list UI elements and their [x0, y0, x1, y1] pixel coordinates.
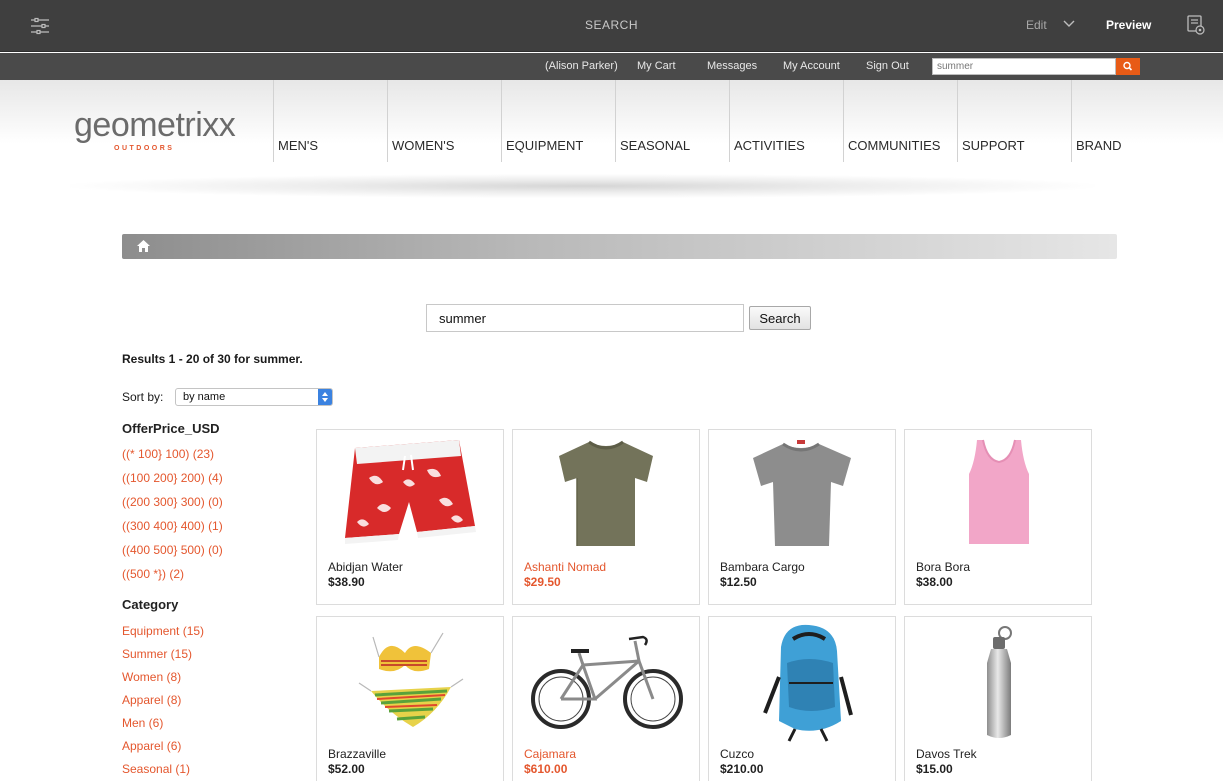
product-card-bora-bora[interactable]: Bora Bora $38.00	[904, 429, 1092, 605]
product-price: $12.50	[720, 575, 757, 589]
preview-button[interactable]: Preview	[1106, 18, 1151, 32]
product-name: Cuzco	[720, 747, 755, 761]
product-price: $15.00	[916, 762, 953, 776]
search-button[interactable]: Search	[749, 306, 811, 330]
nav-label: MEN'S	[278, 138, 319, 153]
product-card-cajamara[interactable]: Cajamara $610.00	[512, 616, 700, 781]
product-price: $38.00	[916, 575, 953, 589]
messages-link[interactable]: Messages	[707, 60, 757, 72]
product-name: Cajamara	[524, 747, 577, 761]
product-name: Davos Trek	[916, 747, 977, 761]
nav-label: ACTIVITIES	[734, 138, 805, 153]
olive-tshirt-image	[559, 440, 653, 546]
nav-seasonal[interactable]: SEASONAL	[615, 80, 729, 162]
facet-category-seasonal[interactable]: Seasonal (1)	[122, 762, 190, 776]
facet-price-500-plus[interactable]: ((500 *}) (2)	[122, 567, 184, 581]
nav-activities[interactable]: ACTIVITIES	[729, 80, 843, 162]
product-name: Ashanti Nomad	[524, 560, 607, 574]
facet-title-price: OfferPrice_USD	[122, 421, 220, 436]
product-card-brazzaville[interactable]: Brazzaville $52.00	[316, 616, 504, 781]
header-search-input[interactable]	[932, 58, 1116, 75]
product-price: $52.00	[328, 762, 365, 776]
product-name: Bambara Cargo	[720, 560, 805, 574]
nav-brand[interactable]: BRAND	[1071, 80, 1185, 162]
facet-price-100-200[interactable]: ((100 200} 200) (4)	[122, 471, 223, 485]
product-name: Brazzaville	[328, 747, 387, 761]
mode-selector[interactable]: Edit	[1026, 18, 1047, 32]
search-input[interactable]	[426, 304, 744, 332]
nav-womens[interactable]: WOMEN'S	[387, 80, 501, 162]
product-name: Bora Bora	[916, 560, 971, 574]
product-card-bambara-cargo[interactable]: Bambara Cargo $12.50	[708, 429, 896, 605]
geometrixx-logo[interactable]: geometrixx OUTDOORS	[74, 106, 236, 152]
product-price: $610.00	[524, 762, 568, 776]
user-nav-bar: (Alison Parker) My Cart Messages My Acco…	[0, 53, 1223, 80]
facet-price-300-400[interactable]: ((300 400} 400) (1)	[122, 519, 223, 533]
logo-tagline: OUTDOORS	[114, 145, 175, 152]
sort-selected-value: by name	[183, 391, 226, 403]
header-divider-shadow	[70, 174, 1095, 198]
page-properties-icon[interactable]	[1187, 15, 1205, 35]
select-arrows-icon	[318, 389, 332, 405]
my-account-link[interactable]: My Account	[783, 60, 840, 72]
nav-support[interactable]: SUPPORT	[957, 80, 1071, 162]
backpack-image	[763, 624, 853, 742]
editor-toolbar: SEARCH Edit Preview	[0, 0, 1223, 52]
swim-shorts-image	[345, 440, 476, 544]
sign-out-link[interactable]: Sign Out	[866, 60, 909, 72]
nav-label: SEASONAL	[620, 138, 691, 153]
facet-category-apparel-men[interactable]: Apparel (6)	[122, 739, 181, 753]
logo-wordmark: geometrixx	[74, 106, 236, 144]
nav-equipment[interactable]: EQUIPMENT	[501, 80, 615, 162]
product-card-ashanti-nomad[interactable]: Ashanti Nomad $29.50	[512, 429, 700, 605]
grey-tshirt-image	[753, 440, 851, 546]
breadcrumb	[122, 234, 1117, 259]
header-search-button[interactable]	[1116, 58, 1140, 75]
results-summary: Results 1 - 20 of 30 for summer.	[122, 352, 303, 366]
water-bottle-image	[987, 626, 1012, 738]
nav-label: EQUIPMENT	[506, 138, 584, 153]
bicycle-image	[531, 635, 683, 729]
facet-category-equipment[interactable]: Equipment (15)	[122, 624, 204, 638]
home-icon[interactable]	[136, 239, 151, 253]
nav-mens[interactable]: MEN'S	[273, 80, 387, 162]
facet-category-women[interactable]: Women (8)	[122, 670, 181, 684]
product-price: $29.50	[524, 575, 561, 589]
nav-label: BRAND	[1076, 138, 1122, 153]
bikini-image	[358, 632, 464, 727]
my-cart-link[interactable]: My Cart	[637, 60, 676, 72]
nav-label: COMMUNITIES	[848, 138, 941, 153]
user-name-link[interactable]: (Alison Parker)	[545, 60, 618, 72]
product-price: $210.00	[720, 762, 764, 776]
sort-label: Sort by:	[122, 390, 164, 404]
product-name: Abidjan Water	[328, 560, 403, 574]
facet-category-apparel[interactable]: Apparel (8)	[122, 693, 181, 707]
page: SEARCH Edit Preview (Alison Parker) My C…	[0, 0, 1223, 781]
search-icon	[1123, 61, 1133, 71]
nav-label: SUPPORT	[962, 138, 1025, 153]
facet-price-200-300[interactable]: ((200 300} 300) (0)	[122, 495, 223, 509]
nav-label: WOMEN'S	[392, 138, 455, 153]
chevron-down-icon[interactable]	[1062, 17, 1076, 31]
product-card-abidjan-water[interactable]: Abidjan Water $38.90	[316, 429, 504, 605]
facet-title-category: Category	[122, 597, 179, 612]
product-card-cuzco[interactable]: Cuzco $210.00	[708, 616, 896, 781]
product-card-davos-trek[interactable]: Davos Trek $15.00	[904, 616, 1092, 781]
product-price: $38.90	[328, 575, 365, 589]
sort-select[interactable]: by name	[175, 388, 333, 406]
facet-category-men[interactable]: Men (6)	[122, 716, 163, 730]
pink-tank-top-image	[969, 439, 1029, 544]
nav-communities[interactable]: COMMUNITIES	[843, 80, 957, 162]
facet-price-400-500[interactable]: ((400 500} 500) (0)	[122, 543, 223, 557]
facet-price-0-100[interactable]: ((* 100} 100) (23)	[122, 447, 214, 461]
facet-category-summer[interactable]: Summer (15)	[122, 647, 192, 661]
